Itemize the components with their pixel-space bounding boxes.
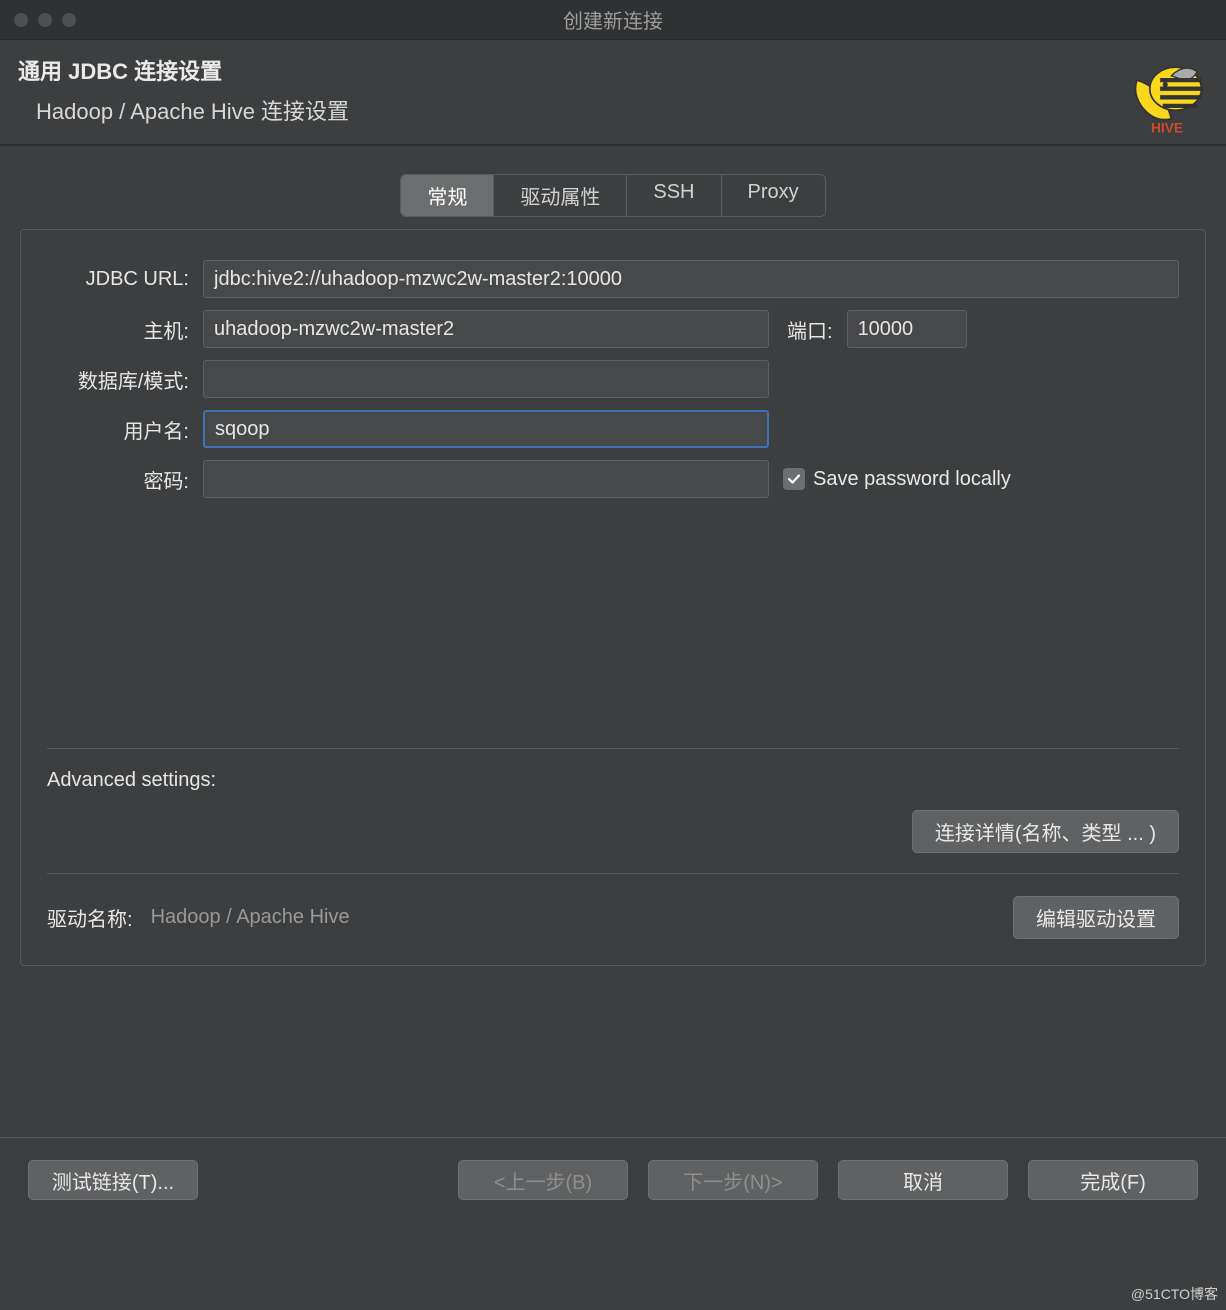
advanced-title: Advanced settings: (47, 769, 1179, 792)
save-password-checkbox[interactable] (783, 468, 805, 490)
port-input[interactable] (847, 310, 967, 348)
tabs-container: 常规 驱动属性 SSH Proxy (400, 174, 825, 217)
back-button[interactable]: <上一步(B) (458, 1160, 628, 1200)
driver-name-label: 驱动名称: (47, 903, 133, 932)
window-controls (14, 13, 76, 27)
test-connection-button[interactable]: 测试链接(T)... (28, 1160, 198, 1200)
username-input[interactable] (203, 410, 769, 448)
host-input[interactable] (203, 310, 769, 348)
watermark: @51CTO博客 (1131, 1284, 1218, 1304)
edit-driver-button[interactable]: 编辑驱动设置 (1013, 896, 1179, 939)
jdbc-url-label: JDBC URL: (47, 268, 203, 291)
svg-text:HIVE: HIVE (1151, 121, 1183, 136)
host-label: 主机: (47, 315, 203, 344)
password-label: 密码: (47, 465, 203, 494)
minimize-window-icon[interactable] (38, 13, 52, 27)
jdbc-url-input[interactable] (203, 260, 1179, 298)
database-label: 数据库/模式: (47, 365, 203, 394)
titlebar: 创建新连接 (0, 0, 1226, 40)
password-input[interactable] (203, 460, 769, 498)
driver-name-value: Hadoop / Apache Hive (151, 906, 350, 929)
port-label: 端口: (769, 315, 847, 344)
tab-ssh[interactable]: SSH (627, 175, 721, 216)
header-title: 通用 JDBC 连接设置 (18, 54, 1208, 86)
hive-logo-icon: HIVE (1124, 50, 1210, 136)
dialog-footer: 测试链接(T)... <上一步(B) 下一步(N)> 取消 完成(F) (0, 1137, 1226, 1200)
driver-row: 驱动名称: Hadoop / Apache Hive 编辑驱动设置 (47, 873, 1179, 939)
dialog-header: 通用 JDBC 连接设置 Hadoop / Apache Hive 连接设置 H… (0, 40, 1226, 146)
close-window-icon[interactable] (14, 13, 28, 27)
check-icon (786, 471, 802, 487)
content-panel: JDBC URL: 主机: 端口: 数据库/模式: 用户名: 密码: Save … (20, 229, 1206, 966)
advanced-section: Advanced settings: 连接详情(名称、类型 ... ) 驱动名称… (47, 748, 1179, 939)
tab-general[interactable]: 常规 (401, 175, 494, 216)
username-label: 用户名: (47, 415, 203, 444)
tabs-row: 常规 驱动属性 SSH Proxy (0, 174, 1226, 217)
window-title: 创建新连接 (563, 5, 663, 34)
tab-proxy[interactable]: Proxy (722, 175, 825, 216)
finish-button[interactable]: 完成(F) (1028, 1160, 1198, 1200)
header-subtitle: Hadoop / Apache Hive 连接设置 (36, 94, 1208, 126)
cancel-button[interactable]: 取消 (838, 1160, 1008, 1200)
tab-driver-properties[interactable]: 驱动属性 (494, 175, 627, 216)
maximize-window-icon[interactable] (62, 13, 76, 27)
save-password-label: Save password locally (813, 468, 1011, 491)
database-input[interactable] (203, 360, 769, 398)
next-button[interactable]: 下一步(N)> (648, 1160, 818, 1200)
connection-details-button[interactable]: 连接详情(名称、类型 ... ) (912, 810, 1179, 853)
